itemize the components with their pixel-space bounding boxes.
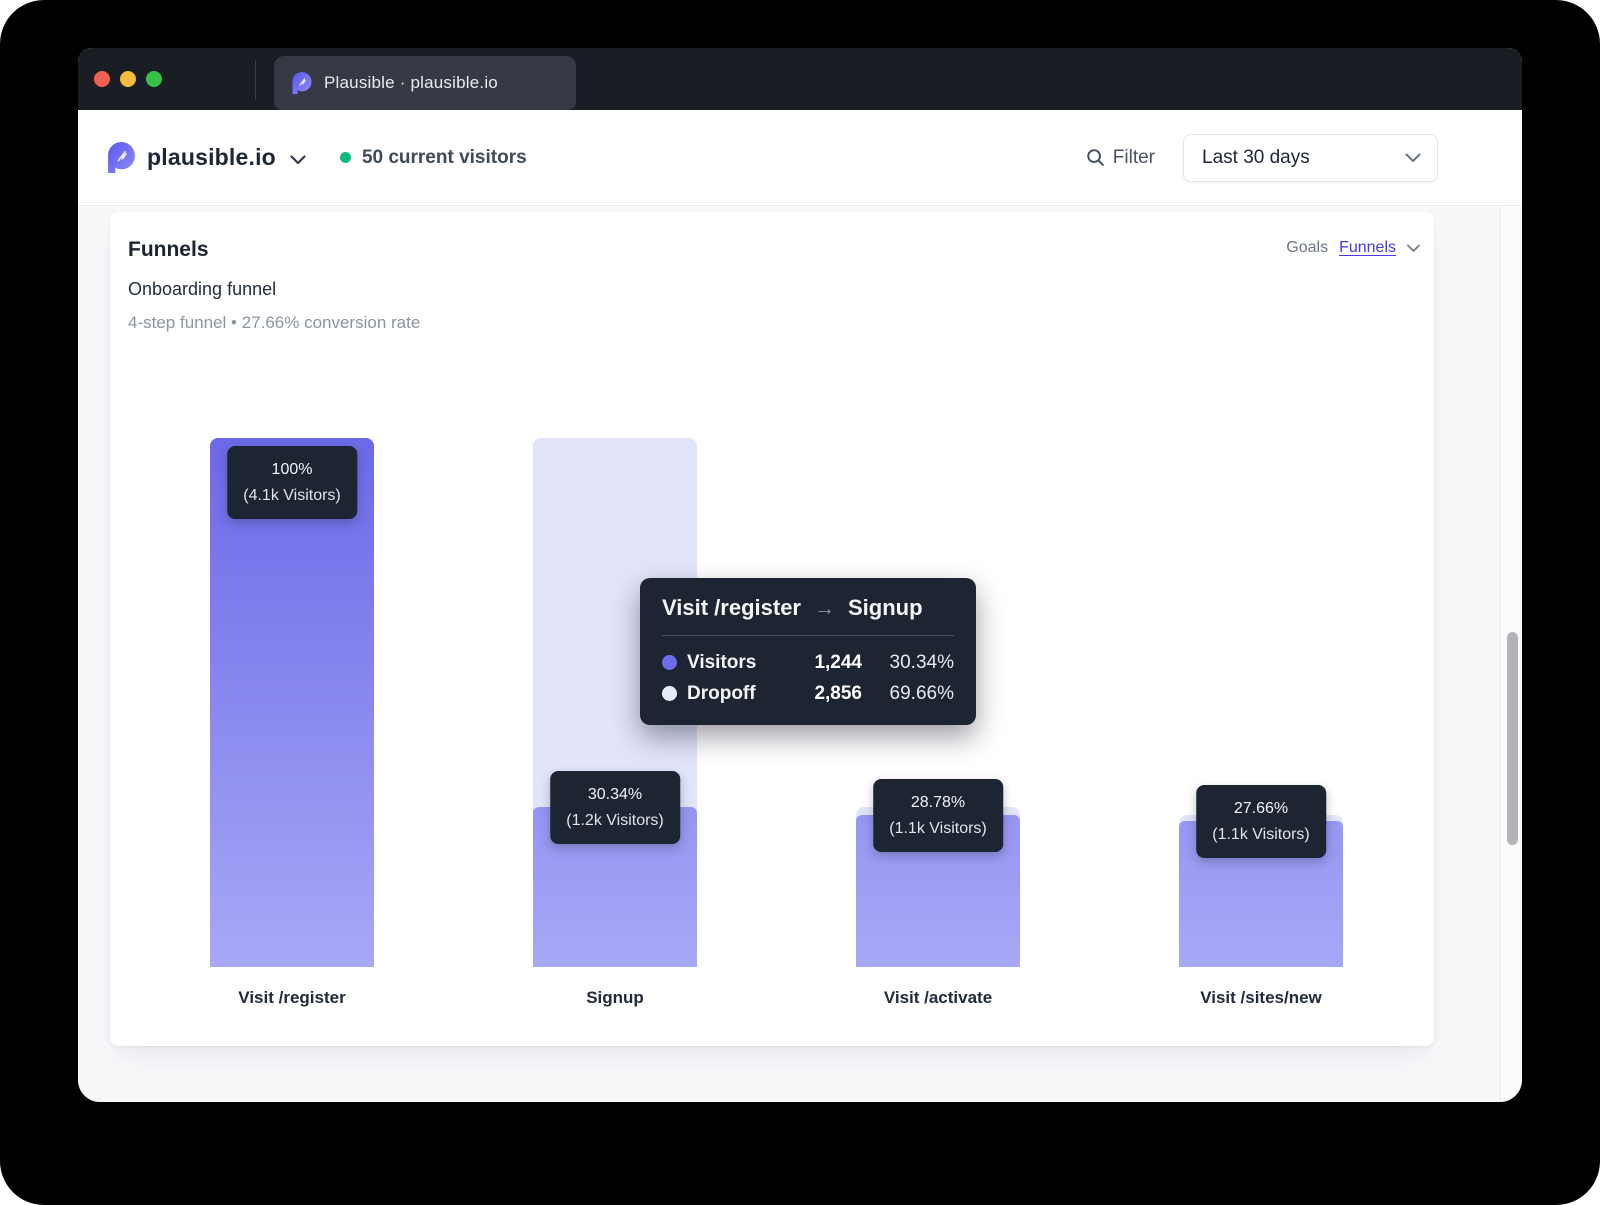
funnel-bar-4[interactable]: 27.66%(1.1k Visitors) [1179,438,1343,967]
filter-button[interactable]: Filter [1086,147,1155,169]
browser-tab[interactable]: Plausible · plausible.io [274,56,576,110]
window-controls [94,71,162,87]
site-header: plausible.io 50 current visitors Filter … [78,110,1522,206]
tooltip-row-pct: 69.66% [862,683,954,705]
report-switcher: Goals Funnels [1286,239,1420,257]
live-indicator-dot [340,152,351,163]
search-icon [1086,148,1105,167]
funnel-bar-badge: 28.78%(1.1k Visitors) [873,779,1003,852]
tooltip-row-value: 2,856 [757,683,862,705]
minimize-window-button[interactable] [120,71,136,87]
tooltip-rows: Visitors 1,244 30.34% Dropoff 2,856 69.6… [662,647,954,709]
tooltip-row-pct: 30.34% [862,652,954,674]
funnel-step-label: Signup [533,988,697,1008]
funnel-step-label: Visit /sites/new [1179,988,1343,1008]
funnel-step-label: Visit /activate [856,988,1020,1008]
goals-tab[interactable]: Goals [1286,239,1328,257]
close-window-button[interactable] [94,71,110,87]
dropoff-dot-icon [662,686,677,701]
tooltip-title: Visit /register → Signup [662,595,954,636]
funnel-bar-badge: 100%(4.1k Visitors) [227,446,357,519]
plausible-logo-icon [108,142,135,173]
scrollbar-thumb[interactable] [1507,632,1518,845]
browser-titlebar: Plausible · plausible.io [78,48,1522,110]
funnel-chart: 100%(4.1k Visitors) Visit /register 30.34%… [110,438,1434,1028]
funnel-name: Onboarding funnel [128,279,276,300]
tooltip-from-step: Visit /register [662,595,801,621]
browser-window: Plausible · plausible.io plausible.io [78,48,1522,1102]
chevron-down-icon [1407,244,1420,253]
tooltip-row-label: Dropoff [687,683,757,705]
chevron-down-icon [290,155,306,165]
funnel-meta: 4-step funnel • 27.66% conversion rate [128,313,420,333]
tab-title: Plausible · plausible.io [324,73,498,93]
header-actions: Filter Last 30 days [1086,110,1438,205]
plausible-favicon-icon [292,72,312,94]
filter-label: Filter [1113,147,1155,169]
arrow-right-icon: → [814,597,835,621]
tooltip-row-value: 1,244 [757,652,862,674]
date-range-label: Last 30 days [1202,147,1405,169]
funnel-bar-badge: 30.34%(1.2k Visitors) [550,771,680,844]
funnel-step-label: Visit /register [210,988,374,1008]
funnel-step-tooltip: Visit /register → Signup Visitors 1,244 … [640,578,976,725]
tooltip-row-visitors: Visitors 1,244 30.34% [662,647,954,678]
desktop-backdrop: Plausible · plausible.io plausible.io [0,0,1600,1205]
funnel-bar-1[interactable]: 100%(4.1k Visitors) [210,438,374,967]
site-switcher[interactable]: plausible.io 50 current visitors [108,110,527,205]
date-range-button[interactable]: Last 30 days [1183,134,1438,182]
tooltip-row-label: Visitors [687,652,757,674]
site-name: plausible.io [147,144,276,171]
tab-divider [255,60,256,100]
current-visitors-link[interactable]: 50 current visitors [362,147,527,169]
funnel-bar-badge: 27.66%(1.1k Visitors) [1196,785,1326,858]
visitors-dot-icon [662,655,677,670]
card-title: Funnels [128,238,209,262]
zoom-window-button[interactable] [146,71,162,87]
funnels-tab[interactable]: Funnels [1339,239,1396,257]
chevron-down-icon [1405,153,1421,163]
tooltip-row-dropoff: Dropoff 2,856 69.66% [662,678,954,709]
tooltip-to-step: Signup [848,595,923,621]
